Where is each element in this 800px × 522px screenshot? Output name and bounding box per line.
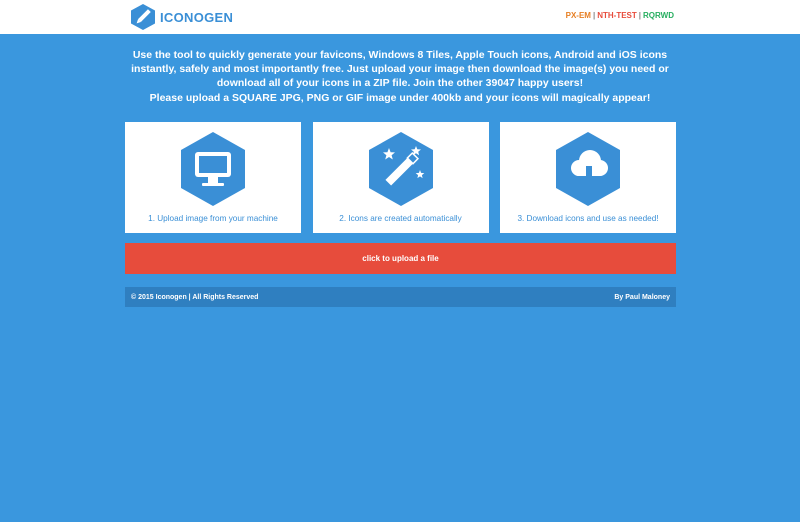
step-card-download: 3. Download icons and use as needed! [500, 122, 676, 233]
footer: © 2015 Iconogen | All Rights Reserved By… [125, 287, 676, 307]
step-card-upload: 1. Upload image from your machine [125, 122, 301, 233]
step-card-create: 2. Icons are created automatically [312, 122, 489, 233]
step-caption: 1. Upload image from your machine [148, 214, 278, 223]
monitor-icon [181, 132, 245, 206]
link-nth-test[interactable]: NTH-TEST [597, 11, 637, 20]
logo[interactable]: ICONOGEN [130, 3, 233, 31]
pencil-logo-icon [131, 4, 155, 30]
footer-author: By Paul Maloney [614, 293, 670, 301]
top-links: PX-EM | NTH-TEST | RQRWD [566, 11, 674, 20]
upload-button[interactable]: click to upload a file [125, 243, 676, 274]
link-separator: | [592, 11, 596, 20]
magic-wand-icon [368, 132, 433, 206]
intro-line: instantly, safely and most importantly f… [131, 63, 669, 76]
cloud-download-icon [556, 132, 620, 206]
link-separator: | [638, 11, 642, 20]
footer-copyright: © 2015 Iconogen | All Rights Reserved [131, 293, 259, 301]
intro-line: Use the tool to quickly generate your fa… [132, 49, 668, 61]
top-bar: ICONOGEN PX-EM | NTH-TEST | RQRWD [0, 0, 800, 34]
step-caption: 3. Download icons and use as needed! [517, 214, 659, 223]
intro-text: Use the tool to quickly generate your fa… [125, 48, 675, 105]
intro-line: download all of your icons in a ZIP file… [216, 77, 584, 90]
steps: 1. Upload image from your machine 2. Ico… [125, 122, 676, 233]
link-px-em[interactable]: PX-EM [566, 11, 591, 20]
link-rqrwd[interactable]: RQRWD [643, 11, 674, 20]
intro-line: Please upload a SQUARE JPG, PNG or GIF i… [149, 91, 651, 104]
brand-name: ICONOGEN [160, 9, 234, 25]
upload-button-label: click to upload a file [362, 254, 439, 263]
step-caption: 2. Icons are created automatically [339, 214, 462, 223]
